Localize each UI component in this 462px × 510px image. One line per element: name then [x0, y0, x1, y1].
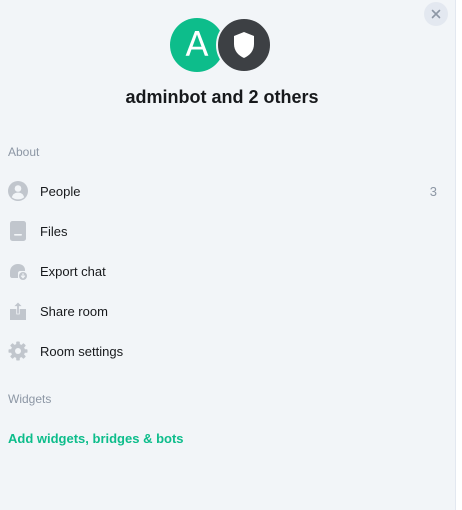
export-chat-icon — [8, 261, 28, 281]
right-panel: A adminbot and 2 others About People 3 F… — [0, 0, 456, 510]
export-chat-label: Export chat — [40, 263, 106, 279]
share-room-item[interactable]: Share room — [0, 291, 444, 331]
add-widgets-link[interactable]: Add widgets, bridges & bots — [8, 431, 184, 446]
share-room-label: Share room — [40, 303, 108, 319]
share-icon — [8, 301, 28, 321]
about-heading: About — [8, 145, 40, 159]
room-avatars: A — [170, 17, 272, 74]
files-item[interactable]: Files — [0, 211, 444, 251]
room-title: adminbot and 2 others — [125, 87, 319, 107]
room-settings-item[interactable]: Room settings — [0, 331, 444, 371]
file-icon — [8, 221, 28, 241]
people-count: 3 — [429, 183, 437, 199]
people-item[interactable]: People 3 — [0, 171, 444, 211]
close-icon — [431, 9, 441, 19]
bot-avatar[interactable] — [216, 17, 272, 73]
close-button[interactable] — [424, 2, 448, 26]
people-label: People — [40, 183, 81, 199]
export-chat-item[interactable]: Export chat — [0, 251, 444, 291]
gear-icon — [8, 341, 28, 361]
room-settings-label: Room settings — [40, 343, 124, 359]
person-icon — [8, 181, 28, 201]
widgets-heading: Widgets — [8, 392, 52, 406]
files-label: Files — [40, 223, 68, 239]
shield-icon — [234, 32, 254, 58]
